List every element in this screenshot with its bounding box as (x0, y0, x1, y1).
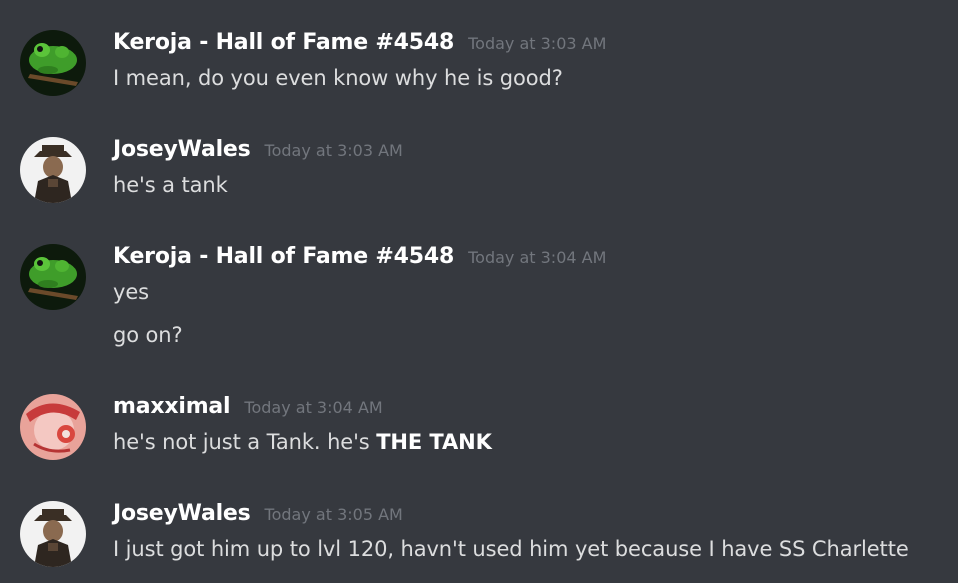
username[interactable]: Keroja - Hall of Fame #4548 (113, 244, 454, 269)
message-text: he's a tank (113, 173, 228, 197)
message-text: I just got him up to lvl 120, havn't use… (113, 537, 909, 561)
message-text-bold: THE TANK (376, 430, 492, 454)
message-text: I mean, do you even know why he is good? (113, 66, 563, 90)
username[interactable]: Keroja - Hall of Fame #4548 (113, 30, 454, 55)
frog-avatar-icon[interactable] (20, 30, 86, 96)
message-header: maxximal Today at 3:04 AM (113, 394, 383, 424)
message-text-plain: he's not just a Tank. he's (113, 430, 377, 454)
chat-message-list: Keroja - Hall of Fame #4548 Today at 3:0… (0, 0, 958, 583)
message-header: Keroja - Hall of Fame #4548 Today at 3:0… (113, 30, 606, 60)
username[interactable]: maxximal (113, 394, 231, 419)
message-header: JoseyWales Today at 3:03 AM (113, 137, 403, 167)
timestamp: Today at 3:03 AM (468, 34, 607, 53)
message-header: Keroja - Hall of Fame #4548 Today at 3:0… (113, 244, 606, 274)
anime-avatar-icon[interactable] (20, 394, 86, 460)
cowboy-avatar-icon[interactable] (20, 501, 86, 567)
timestamp: Today at 3:03 AM (264, 141, 403, 160)
username[interactable]: JoseyWales (113, 501, 251, 526)
username[interactable]: JoseyWales (113, 137, 251, 162)
message-text: yes (113, 280, 149, 304)
message-text: he's not just a Tank. he's THE TANK (113, 430, 492, 454)
message-header: JoseyWales Today at 3:05 AM (113, 501, 403, 531)
cowboy-avatar-icon[interactable] (20, 137, 86, 203)
message-text: go on? (113, 323, 183, 347)
timestamp: Today at 3:04 AM (244, 398, 383, 417)
timestamp: Today at 3:05 AM (264, 505, 403, 524)
timestamp: Today at 3:04 AM (468, 248, 607, 267)
frog-avatar-icon[interactable] (20, 244, 86, 310)
